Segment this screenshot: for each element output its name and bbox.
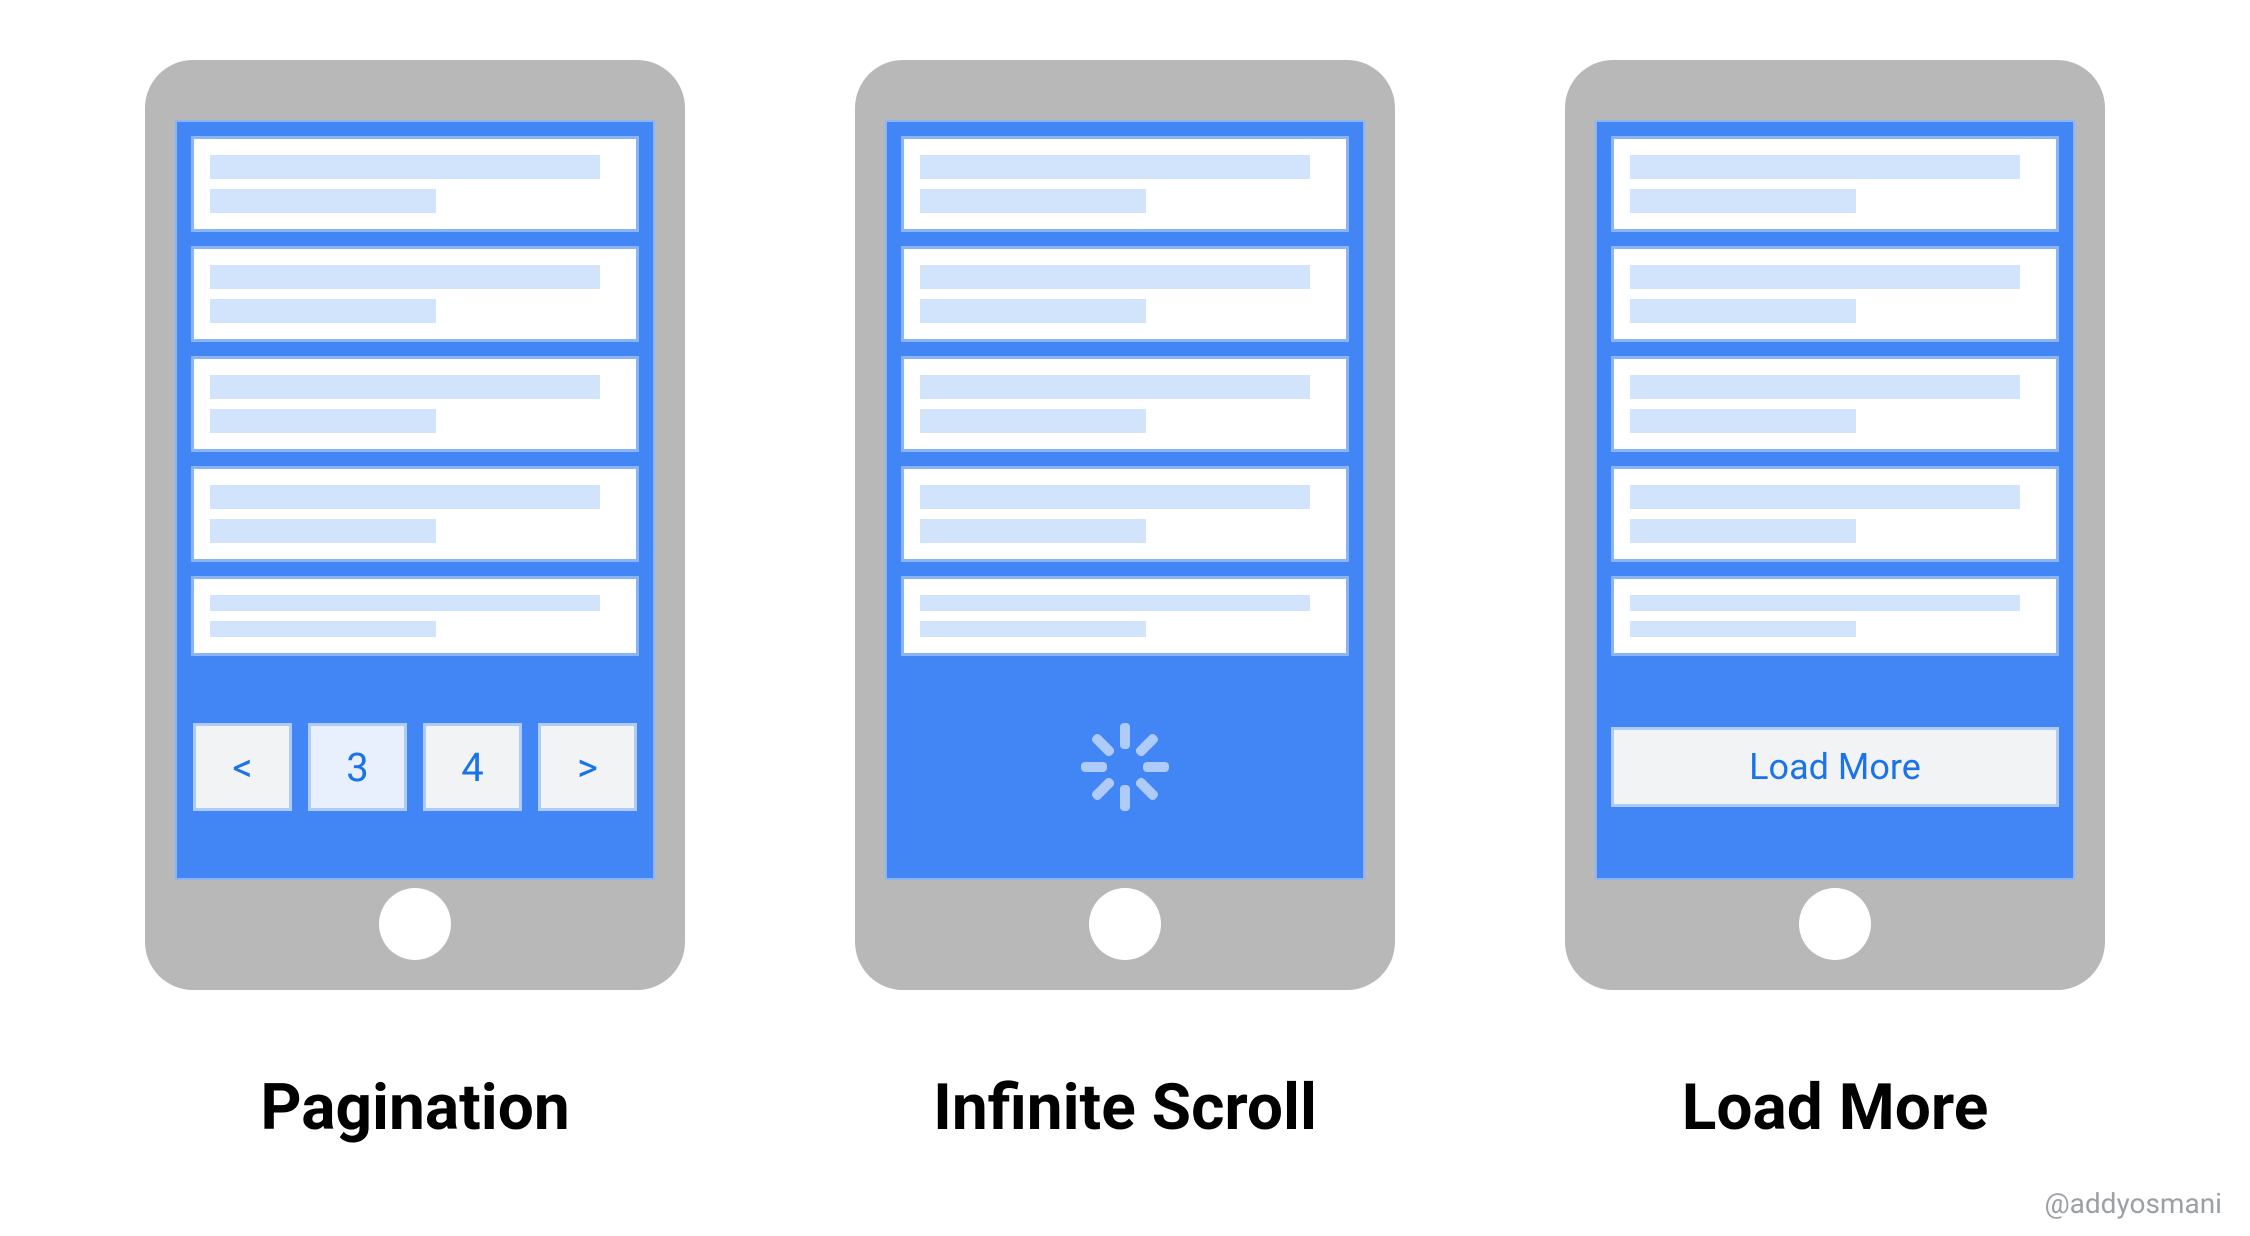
placeholder-line bbox=[1630, 595, 2020, 611]
home-button-icon bbox=[379, 888, 451, 960]
pattern-label: Pagination bbox=[260, 1070, 569, 1145]
placeholder-line bbox=[920, 409, 1146, 433]
placeholder-line bbox=[210, 595, 600, 611]
placeholder-line bbox=[210, 155, 600, 179]
placeholder-line bbox=[210, 375, 600, 399]
loading-area bbox=[901, 670, 1349, 864]
placeholder-line bbox=[1630, 409, 1856, 433]
next-page-button[interactable]: > bbox=[538, 723, 637, 811]
load-more-area: Load More bbox=[1611, 670, 2059, 864]
phone-screen: < 3 4 > bbox=[175, 120, 655, 880]
phone-frame bbox=[855, 60, 1395, 990]
prev-page-button[interactable]: < bbox=[193, 723, 292, 811]
list-item bbox=[901, 356, 1349, 452]
list-item bbox=[1611, 466, 2059, 562]
phone-screen: Load More bbox=[1595, 120, 2075, 880]
list-item bbox=[901, 466, 1349, 562]
placeholder-line bbox=[210, 265, 600, 289]
placeholder-line bbox=[920, 375, 1310, 399]
list-item bbox=[191, 466, 639, 562]
placeholder-line bbox=[920, 189, 1146, 213]
placeholder-line bbox=[1630, 299, 1856, 323]
phone-frame: Load More bbox=[1565, 60, 2105, 990]
placeholder-line bbox=[1630, 375, 2020, 399]
home-button-icon bbox=[1089, 888, 1161, 960]
list-item bbox=[191, 136, 639, 232]
placeholder-line bbox=[1630, 485, 2020, 509]
diagram-container: < 3 4 > Pagination bbox=[0, 0, 2250, 1145]
pagination-controls: < 3 4 > bbox=[191, 670, 639, 864]
placeholder-line bbox=[920, 595, 1310, 611]
attribution-text: @addyosmani bbox=[2045, 1187, 2222, 1220]
phone-screen bbox=[885, 120, 1365, 880]
list-item bbox=[1611, 246, 2059, 342]
placeholder-line bbox=[210, 621, 436, 637]
list-item bbox=[901, 246, 1349, 342]
pattern-pagination: < 3 4 > Pagination bbox=[145, 60, 685, 1145]
pattern-label: Infinite Scroll bbox=[933, 1070, 1317, 1145]
phone-frame: < 3 4 > bbox=[145, 60, 685, 990]
placeholder-line bbox=[920, 299, 1146, 323]
list-item bbox=[191, 356, 639, 452]
home-button-icon bbox=[1799, 888, 1871, 960]
pattern-label: Load More bbox=[1682, 1070, 1989, 1145]
placeholder-line bbox=[210, 485, 600, 509]
list-item bbox=[901, 136, 1349, 232]
list-item bbox=[1611, 356, 2059, 452]
pattern-infinite-scroll: Infinite Scroll bbox=[855, 60, 1395, 1145]
placeholder-line bbox=[1630, 155, 2020, 179]
placeholder-line bbox=[920, 485, 1310, 509]
list-item bbox=[191, 246, 639, 342]
placeholder-line bbox=[1630, 189, 1856, 213]
list-item bbox=[1611, 136, 2059, 232]
placeholder-line bbox=[920, 519, 1146, 543]
placeholder-line bbox=[1630, 621, 1856, 637]
placeholder-line bbox=[920, 265, 1310, 289]
list-item bbox=[901, 576, 1349, 656]
placeholder-line bbox=[1630, 265, 2020, 289]
placeholder-line bbox=[1630, 519, 1856, 543]
placeholder-line bbox=[210, 519, 436, 543]
placeholder-line bbox=[210, 409, 436, 433]
page-number-button[interactable]: 4 bbox=[423, 723, 522, 811]
placeholder-line bbox=[210, 189, 436, 213]
page-number-button[interactable]: 3 bbox=[308, 723, 407, 811]
spinner-icon bbox=[1080, 722, 1170, 812]
placeholder-line bbox=[920, 621, 1146, 637]
list-item bbox=[1611, 576, 2059, 656]
pattern-load-more: Load More Load More bbox=[1565, 60, 2105, 1145]
placeholder-line bbox=[920, 155, 1310, 179]
placeholder-line bbox=[210, 299, 436, 323]
list-item bbox=[191, 576, 639, 656]
load-more-button[interactable]: Load More bbox=[1611, 727, 2059, 807]
